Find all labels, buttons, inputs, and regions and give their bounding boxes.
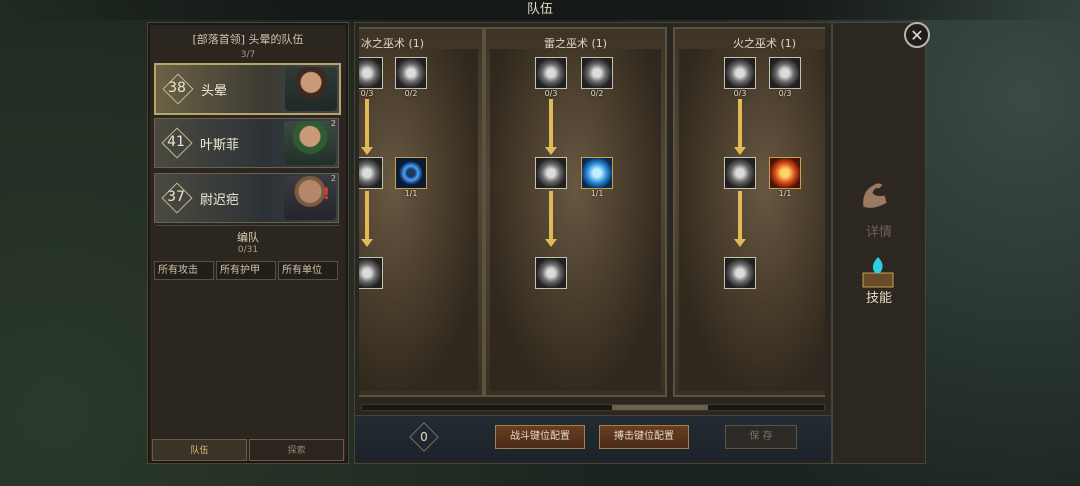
skill-icon[interactable] xyxy=(359,257,383,289)
skill-icon[interactable] xyxy=(395,57,427,89)
divider xyxy=(156,225,340,226)
skill-icon[interactable] xyxy=(359,157,383,189)
unit-badge: 2 xyxy=(330,174,336,183)
formation-count: 0/31 xyxy=(237,245,259,255)
tab-team[interactable]: 队伍 xyxy=(152,439,247,461)
team-count: 3/7 xyxy=(240,50,256,60)
team-header: [部落首领] 头晕的队伍 xyxy=(192,33,304,46)
tree-connector xyxy=(365,191,369,241)
skill-points: 0 xyxy=(409,422,439,452)
battle-keys-button[interactable]: 战斗键位配置 xyxy=(495,425,585,449)
skill-icon[interactable] xyxy=(724,57,756,89)
skill-icon[interactable] xyxy=(395,157,427,189)
skill-icon[interactable] xyxy=(535,57,567,89)
level-badge: 37 xyxy=(161,182,193,214)
skill-icon[interactable] xyxy=(535,257,567,289)
close-icon: ✕ xyxy=(910,26,924,45)
tree-connector xyxy=(738,99,742,151)
level-badge: 38 xyxy=(162,73,194,105)
skill-icon[interactable] xyxy=(359,57,383,89)
skill-icon[interactable] xyxy=(724,157,756,189)
unit-name: 叶斯菲 xyxy=(200,138,240,153)
alert-icon: ! xyxy=(322,184,330,203)
skill-icon[interactable] xyxy=(769,57,801,89)
tab-explore[interactable]: 探索 xyxy=(249,439,344,461)
armor-filter-dropdown[interactable]: 所有护甲 xyxy=(216,261,276,280)
right-nav: 详情 技能 xyxy=(832,22,926,464)
skill-column-thunder: 雷之巫术 (1) 0/3 0/2 1/1 xyxy=(484,27,667,397)
unit-card[interactable]: 41 叶斯菲 2 xyxy=(154,118,339,168)
skill-icon[interactable] xyxy=(581,57,613,89)
tree-connector xyxy=(365,99,369,151)
skill-icon[interactable] xyxy=(724,257,756,289)
unit-name: 头晕 xyxy=(201,84,228,99)
nav-skills-label[interactable]: 技能 xyxy=(833,287,925,306)
skill-icon[interactable] xyxy=(535,157,567,189)
arm-icon[interactable] xyxy=(853,173,903,213)
skill-icon[interactable] xyxy=(581,157,613,189)
column-title: 冰之巫术 (1) xyxy=(360,37,425,50)
tree-connector xyxy=(549,99,553,151)
unit-card[interactable]: 37 尉迟疤 2 ! xyxy=(154,173,339,223)
unit-name: 尉迟疤 xyxy=(200,193,240,208)
attack-filter-dropdown[interactable]: 所有攻击 xyxy=(154,261,214,280)
column-title: 雷之巫术 (1) xyxy=(543,37,608,50)
skill-tree-panel: 冰之巫术 (1) 0/3 0/2 1/1 雷之巫术 (1) 0/3 0/2 1/… xyxy=(354,22,832,464)
nav-details-label[interactable]: 详情 xyxy=(833,221,925,240)
skill-column-fire: 火之巫术 (1) 0/3 0/3 1/1 xyxy=(673,27,825,397)
left-tabs: 队伍 探索 xyxy=(152,439,344,461)
close-button[interactable]: ✕ xyxy=(904,22,930,48)
skill-icon[interactable] xyxy=(769,157,801,189)
skill-footer: 0 战斗键位配置 搏击键位配置 保 存 xyxy=(355,415,831,462)
capture-keys-button[interactable]: 搏击键位配置 xyxy=(599,425,689,449)
unit-badge: 2 xyxy=(330,119,336,128)
scroll-thumb[interactable] xyxy=(612,405,708,410)
formation-title: 编队 xyxy=(237,231,259,244)
skill-column-ice: 冰之巫术 (1) 0/3 0/2 1/1 xyxy=(359,27,484,397)
team-panel: [部落首领] 头晕的队伍 3/7 38 头晕 41 叶斯菲 2 37 尉迟疤 2… xyxy=(147,22,349,464)
unit-portrait xyxy=(285,67,337,111)
level-badge: 41 xyxy=(161,127,193,159)
tree-connector xyxy=(738,191,742,241)
unit-filter-dropdown[interactable]: 所有单位 xyxy=(278,261,338,280)
tree-connector xyxy=(549,191,553,241)
page-title: 队伍 xyxy=(0,0,1080,20)
horizontal-scrollbar[interactable] xyxy=(361,404,825,411)
save-button[interactable]: 保 存 xyxy=(725,425,797,449)
filter-bar: 所有攻击 所有护甲 所有单位 xyxy=(154,261,338,280)
unit-card[interactable]: 38 头晕 xyxy=(154,63,341,115)
unit-portrait xyxy=(284,121,336,165)
column-title: 火之巫术 (1) xyxy=(732,37,797,50)
skill-columns: 冰之巫术 (1) 0/3 0/2 1/1 雷之巫术 (1) 0/3 0/2 1/… xyxy=(359,27,825,397)
